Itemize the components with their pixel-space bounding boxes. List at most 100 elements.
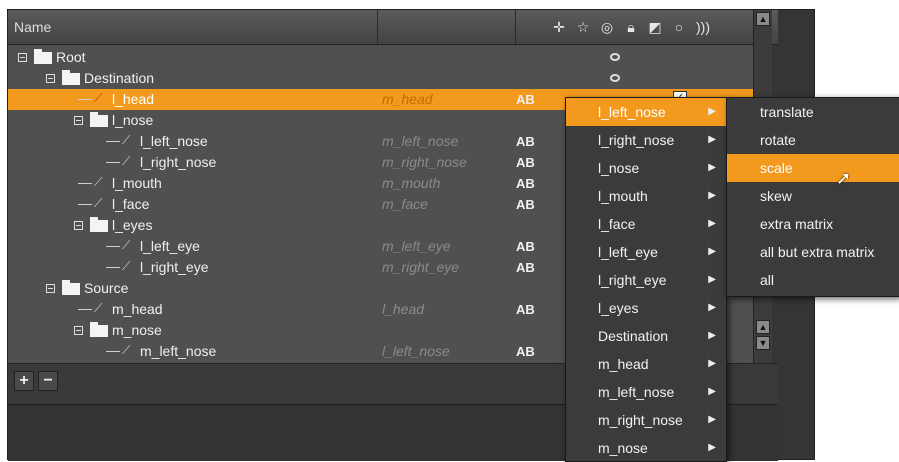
- folder-icon: [34, 49, 52, 64]
- column-header: Name ✛ ☆ ◎ 🔒︎ ◩ ○ ))): [8, 10, 778, 45]
- menu-item-l_right_eye[interactable]: l_right_eye ▶: [566, 266, 726, 294]
- ab-flag[interactable]: AB: [516, 194, 535, 215]
- menu-item-label: l_eyes: [598, 300, 639, 316]
- spiral-icon[interactable]: ))): [694, 18, 712, 36]
- menu-item-translate[interactable]: translate: [727, 98, 899, 126]
- menu-item-all-but-extra-matrix[interactable]: all but extra matrix: [727, 238, 899, 266]
- name-column-header[interactable]: Name: [8, 10, 378, 44]
- menu-item-rotate[interactable]: rotate: [727, 126, 899, 154]
- collapse-toggle-icon[interactable]: [46, 284, 55, 293]
- collapse-toggle-icon[interactable]: [18, 53, 27, 62]
- menu-item-label: scale: [760, 160, 793, 176]
- menu-item-m_head[interactable]: m_head ▶: [566, 350, 726, 378]
- collapse-toggle-icon[interactable]: [74, 221, 83, 230]
- link-target-label[interactable]: m_right_eye: [382, 257, 459, 278]
- submenu-arrow-icon: ▶: [708, 358, 716, 369]
- menu-item-scale[interactable]: scale: [727, 154, 899, 182]
- menu-item-all[interactable]: all: [727, 266, 899, 294]
- menu-item-l_face[interactable]: l_face ▶: [566, 210, 726, 238]
- menu-item-l_right_nose[interactable]: l_right_nose ▶: [566, 126, 726, 154]
- submenu-arrow-icon: ▶: [708, 330, 716, 341]
- ab-flag[interactable]: AB: [516, 236, 535, 257]
- transform-submenu: translate rotate scale skew extra matrix all …: [726, 97, 899, 297]
- menu-item-l_left_eye[interactable]: l_left_eye ▶: [566, 238, 726, 266]
- visibility-icon[interactable]: [610, 53, 620, 61]
- ab-flag[interactable]: AB: [516, 152, 535, 173]
- menu-item-l_left_nose[interactable]: l_left_nose ▶: [566, 98, 726, 126]
- bone-icon: ⟋: [122, 343, 131, 357]
- link-target-label[interactable]: l_left_nose: [382, 341, 450, 362]
- menu-item-label: skew: [760, 188, 792, 204]
- tree-connector: [78, 309, 92, 310]
- submenu-arrow-icon: ▶: [708, 218, 716, 229]
- menu-item-label: m_left_nose: [598, 384, 675, 400]
- tree-connector: [106, 267, 120, 268]
- menu-item-extra-matrix[interactable]: extra matrix: [727, 210, 899, 238]
- tree-item-label: l_eyes: [112, 217, 153, 233]
- lock-icon[interactable]: 🔒︎: [622, 18, 640, 36]
- scroll-up-button[interactable]: ▲: [756, 12, 770, 26]
- visibility-icon[interactable]: ◎: [598, 18, 616, 36]
- bone-icon: ⟋: [94, 175, 103, 189]
- collapse-toggle-icon[interactable]: [74, 116, 83, 125]
- folder-icon: [62, 70, 80, 85]
- tree-item-label: l_face: [112, 196, 150, 212]
- ab-flag[interactable]: AB: [516, 131, 535, 152]
- ab-flag[interactable]: AB: [516, 257, 535, 278]
- menu-item-label: l_right_eye: [598, 272, 667, 288]
- submenu-arrow-icon: ▶: [708, 442, 716, 453]
- crosshair-icon[interactable]: ✛: [550, 18, 568, 36]
- submenu-arrow-icon: ▶: [708, 162, 716, 173]
- link-target-label[interactable]: m_left_nose: [382, 131, 458, 152]
- menu-item-label: translate: [760, 104, 814, 120]
- menu-item-m_nose[interactable]: m_nose ▶: [566, 434, 726, 462]
- add-button[interactable]: +: [14, 371, 34, 391]
- ab-flag[interactable]: AB: [516, 89, 535, 110]
- menu-item-m_left_nose[interactable]: m_left_nose ▶: [566, 378, 726, 406]
- menu-item-Destination[interactable]: Destination ▶: [566, 322, 726, 350]
- collapse-toggle-icon[interactable]: [74, 326, 83, 335]
- link-target-label[interactable]: l_head: [382, 299, 424, 320]
- link-target-label[interactable]: m_mouth: [382, 173, 440, 194]
- ab-flag[interactable]: AB: [516, 341, 535, 362]
- link-target-label[interactable]: m_right_nose: [382, 152, 467, 173]
- visibility-icon[interactable]: [610, 74, 620, 82]
- circle-icon[interactable]: ○: [670, 18, 688, 36]
- tree-item-label: m_head: [112, 301, 163, 317]
- ab-flag[interactable]: AB: [516, 173, 535, 194]
- tree-item-label: Root: [56, 49, 86, 65]
- tree-connector: [106, 351, 120, 352]
- scroll-down-button[interactable]: ▼: [756, 336, 770, 350]
- scroll-up-button-lower[interactable]: ▲: [756, 320, 770, 334]
- folder-icon: [62, 280, 80, 295]
- menu-item-label: all but extra matrix: [760, 244, 875, 260]
- submenu-arrow-icon: ▶: [708, 106, 716, 117]
- collapse-toggle-icon[interactable]: [46, 74, 55, 83]
- link-target-label[interactable]: m_head: [382, 89, 433, 110]
- bone-icon: ⟋: [94, 301, 103, 315]
- bone-icon: ⟋: [122, 238, 131, 252]
- tree-item-label: l_right_nose: [140, 154, 217, 170]
- menu-item-l_mouth[interactable]: l_mouth ▶: [566, 182, 726, 210]
- submenu-arrow-icon: ▶: [708, 246, 716, 257]
- menu-item-l_eyes[interactable]: l_eyes ▶: [566, 294, 726, 322]
- link-target-label[interactable]: m_face: [382, 194, 428, 215]
- menu-item-m_right_nose[interactable]: m_right_nose ▶: [566, 406, 726, 434]
- tree-row-Root[interactable]: Root: [8, 47, 753, 68]
- menu-item-label: l_nose: [598, 160, 640, 176]
- submenu-arrow-icon: ▶: [708, 414, 716, 425]
- menu-item-label: l_mouth: [598, 188, 648, 204]
- icon-columns-header: ✛ ☆ ◎ 🔒︎ ◩ ○ ))): [516, 10, 778, 44]
- matte-icon[interactable]: ◩: [646, 18, 664, 36]
- link-target-label[interactable]: m_left_eye: [382, 236, 450, 257]
- tree-connector: [78, 204, 92, 205]
- menu-item-skew[interactable]: skew: [727, 182, 899, 210]
- remove-button[interactable]: −: [38, 371, 58, 391]
- menu-item-l_nose[interactable]: l_nose ▶: [566, 154, 726, 182]
- transform-icon[interactable]: ☆: [574, 18, 592, 36]
- ab-flag[interactable]: AB: [516, 299, 535, 320]
- tree-row-Destination[interactable]: Destination: [8, 68, 753, 89]
- target-column-header[interactable]: [378, 10, 516, 44]
- bone-icon: ⟋: [94, 91, 103, 105]
- menu-item-label: l_right_nose: [598, 132, 675, 148]
